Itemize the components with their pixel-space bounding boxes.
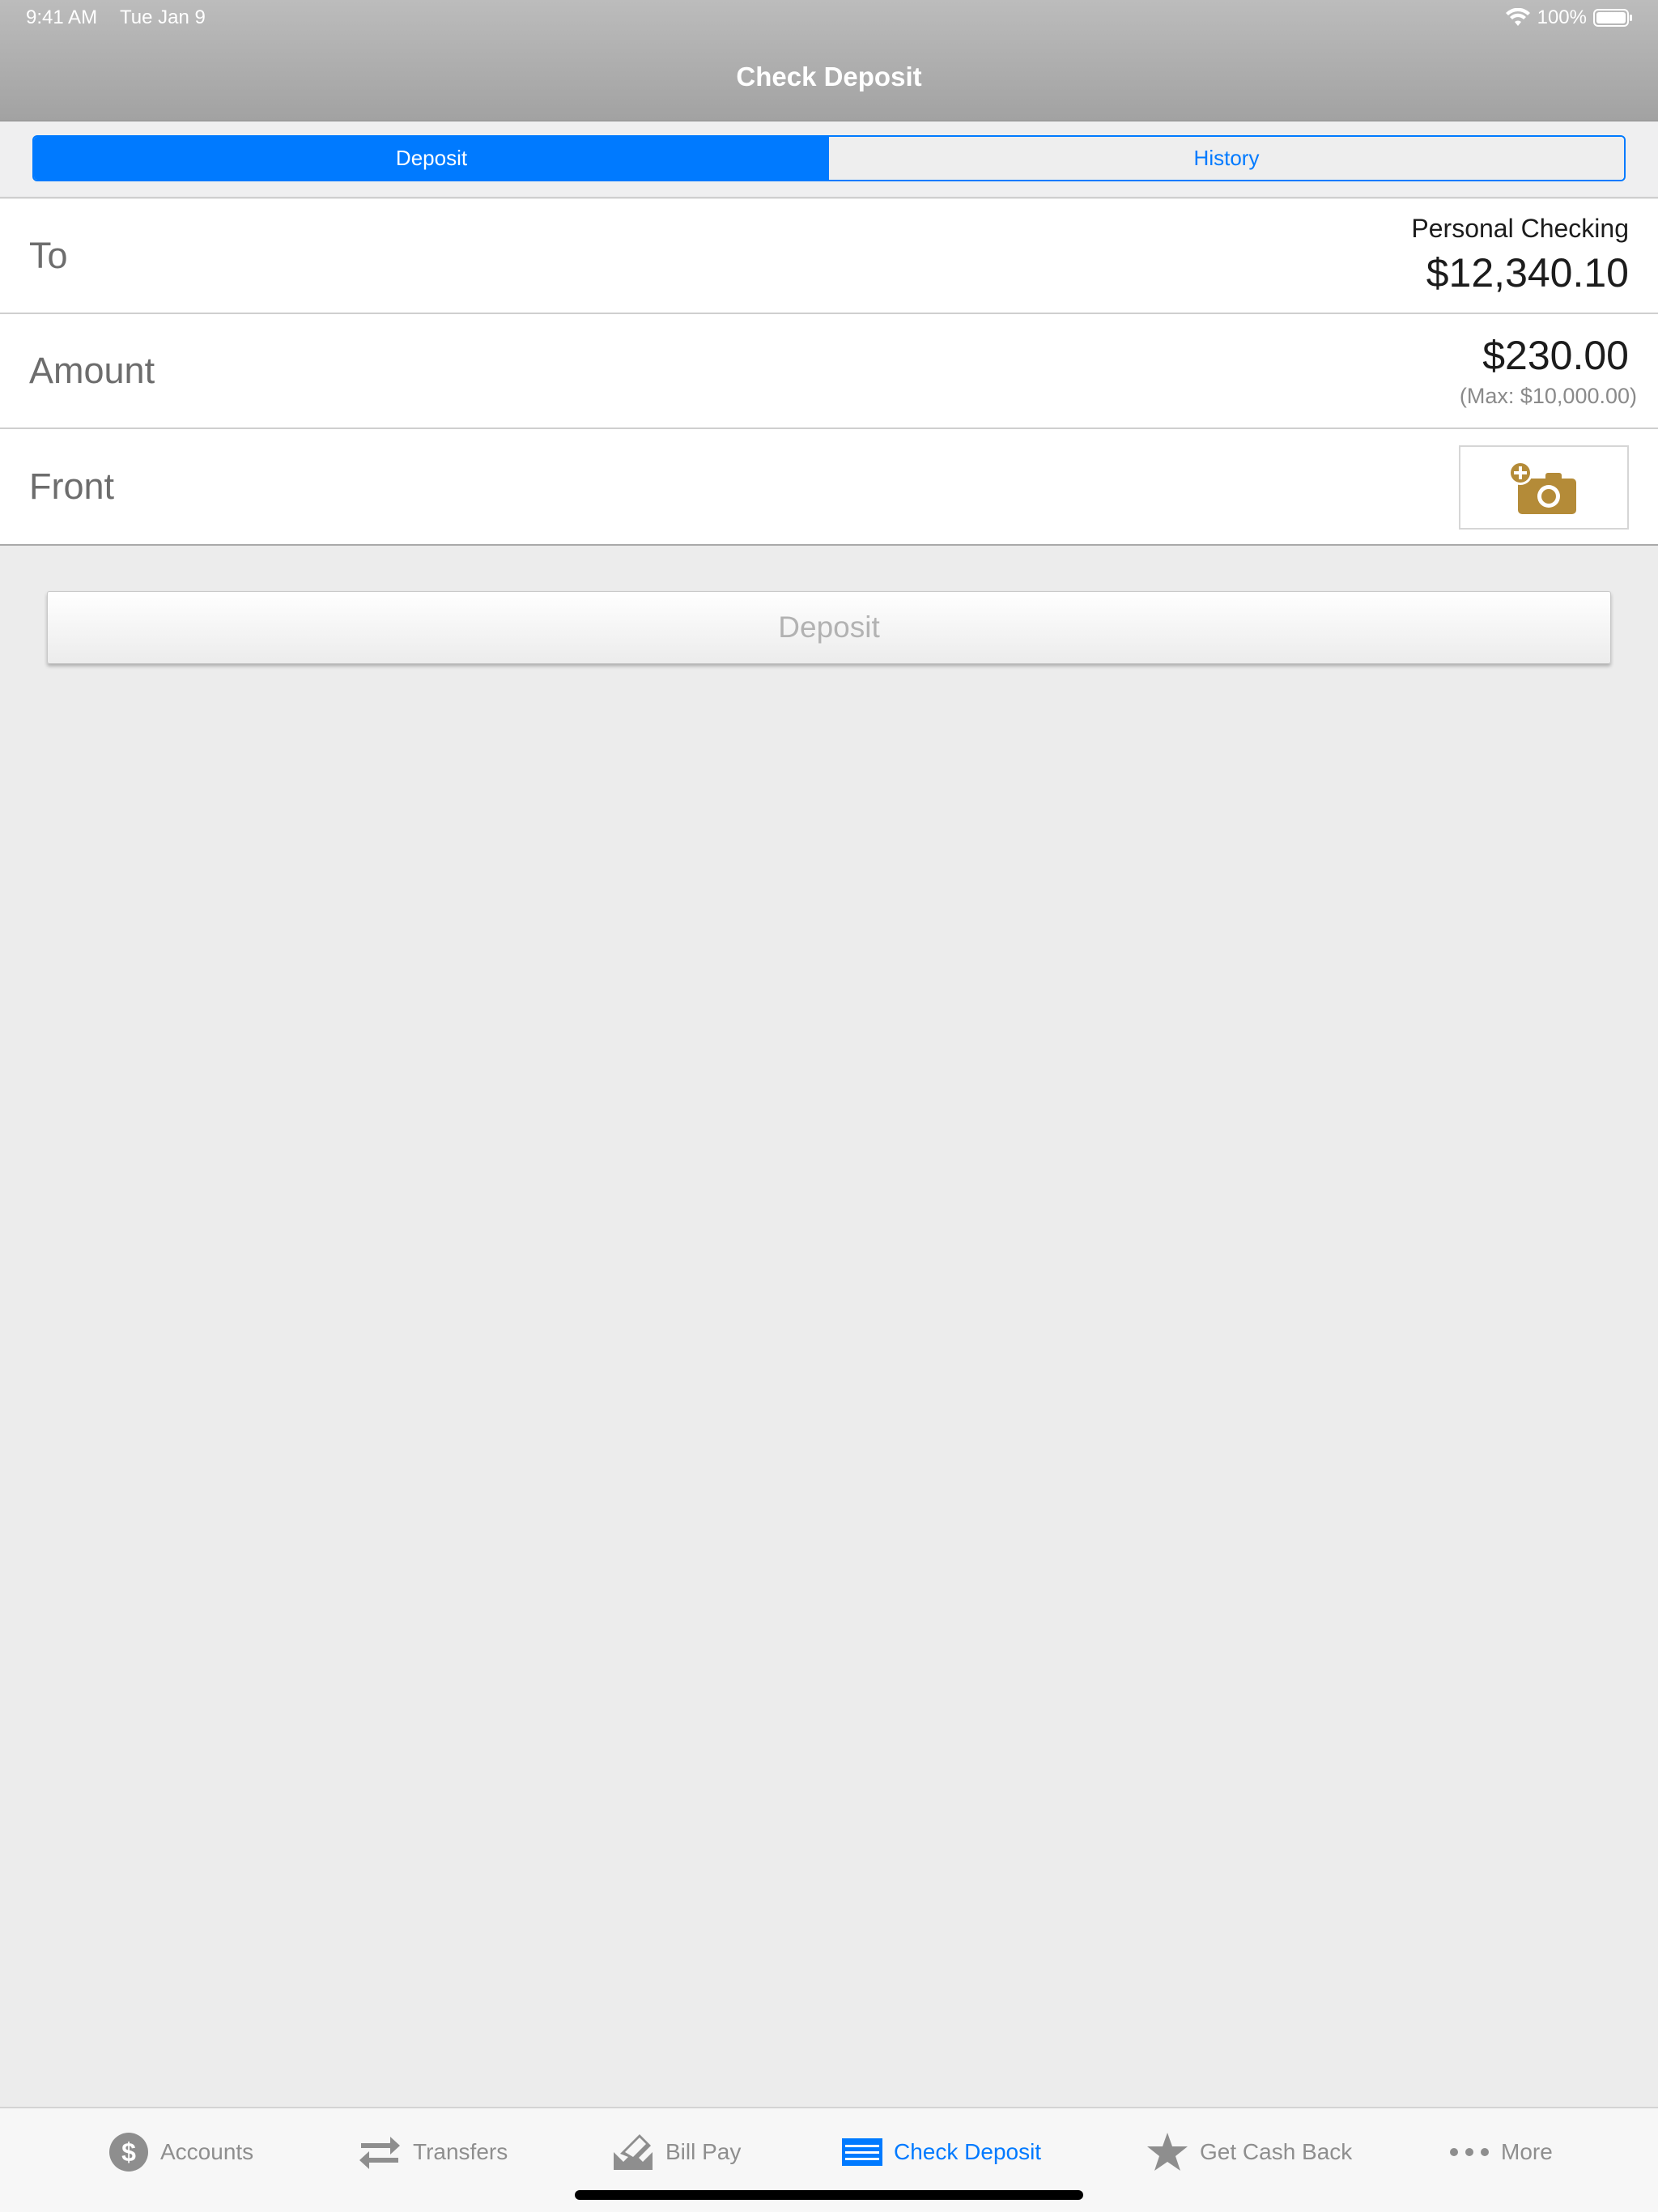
amount-value: $230.00 [1482,333,1629,378]
tab-get-cash-back[interactable]: Get Cash Back [1146,2128,1352,2176]
front-image-row: Front [0,429,1658,546]
status-date: Tue Jan 9 [120,6,206,28]
tab-transfers[interactable]: Transfers [358,2128,508,2176]
tab-check-deposit[interactable]: Check Deposit [842,2128,1041,2176]
segment-history[interactable]: History [829,137,1624,180]
to-label: To [29,235,68,276]
deposit-history-segmented-control: Deposit History [32,135,1626,181]
amount-max-note: (Max: $10,000.00) [1459,384,1637,408]
deposit-button[interactable]: Deposit [47,591,1611,664]
more-dots-icon [1450,2148,1489,2156]
add-camera-icon [1508,461,1576,514]
tab-get-cash-back-label: Get Cash Back [1200,2139,1353,2164]
status-indicators: 100% [1505,5,1634,31]
svg-text:$: $ [121,2138,136,2167]
tab-transfers-label: Transfers [413,2139,508,2164]
amount-row[interactable]: Amount $230.00 (Max: $10,000.00) [0,314,1658,429]
front-label: Front [29,466,115,507]
to-account-row[interactable]: To Personal Checking $12,340.10 [0,199,1658,314]
home-indicator[interactable] [575,2190,1083,2200]
segment-bar: Deposit History [0,121,1658,198]
front-capture-button[interactable] [1459,445,1629,530]
check-deposit-screen: 9:41 AM Tue Jan 9 100% Check Deposit Dep… [0,0,1658,2212]
tab-bill-pay[interactable]: Bill Pay [612,2128,741,2176]
navigation-header: 9:41 AM Tue Jan 9 100% Check Deposit [0,0,1658,121]
to-account-balance: $12,340.10 [1426,250,1629,296]
tab-bill-pay-label: Bill Pay [665,2139,742,2164]
tab-more-label: More [1501,2139,1553,2164]
page-title: Check Deposit [736,62,922,91]
tab-accounts[interactable]: $ Accounts [108,2128,253,2176]
status-time: 9:41 AM [26,6,98,28]
amount-label: Amount [29,350,155,391]
tab-accounts-label: Accounts [160,2139,254,2164]
check-icon [842,2138,882,2166]
to-account-name: Personal Checking [1411,214,1629,243]
battery-percentage: 100% [1537,6,1587,28]
wifi-icon [1505,8,1530,26]
transfer-arrows-icon [359,2137,400,2169]
segment-deposit[interactable]: Deposit [34,137,829,180]
tab-check-deposit-label: Check Deposit [894,2139,1042,2164]
star-icon [1147,2133,1188,2171]
bill-pay-icon [614,2134,653,2170]
battery-icon [1593,9,1632,27]
tab-more[interactable]: More [1449,2128,1553,2176]
dollar-circle-icon: $ [109,2133,148,2172]
